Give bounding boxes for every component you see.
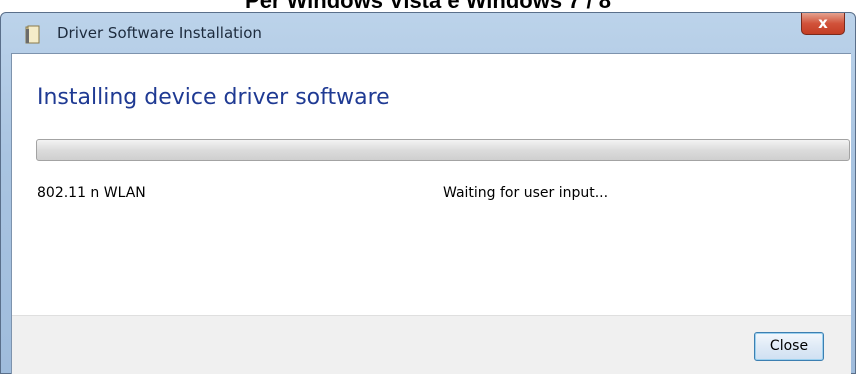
close-button[interactable]: Close	[754, 332, 824, 361]
install-progress-bar	[36, 139, 850, 161]
device-name: 802.11 n WLAN	[37, 185, 146, 201]
driver-install-window: Driver Software Installation x Installin…	[0, 12, 856, 374]
folder-icon	[25, 25, 41, 45]
title-bar[interactable]: Driver Software Installation x	[1, 13, 855, 53]
dialog-footer: Close	[12, 315, 851, 374]
device-status: Waiting for user input...	[443, 185, 609, 201]
dialog-heading: Installing device driver software	[37, 85, 390, 110]
window-title: Driver Software Installation	[57, 24, 262, 42]
dialog-content: Installing device driver software 802.11…	[11, 53, 851, 374]
window-close-icon[interactable]: x	[801, 13, 845, 35]
